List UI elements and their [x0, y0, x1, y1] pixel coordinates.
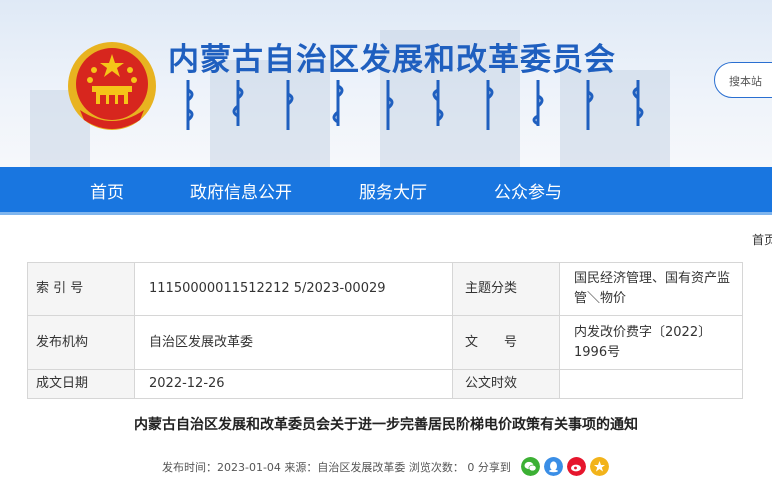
nav-item-gov-info[interactable]: 政府信息公开	[190, 178, 292, 203]
document-meta-table: 索 引 号 11150000011512212 5/2023-00029 主题分…	[27, 262, 743, 399]
nav-item-public-participation[interactable]: 公众参与	[494, 178, 562, 203]
weibo-icon[interactable]	[567, 457, 586, 476]
qzone-icon[interactable]	[590, 457, 609, 476]
national-emblem-icon	[68, 42, 156, 130]
qq-icon[interactable]	[544, 457, 563, 476]
date-label: 成文日期	[27, 369, 135, 399]
nav-underline	[0, 212, 772, 215]
search-input[interactable]: 搜本站	[714, 62, 772, 98]
issuer-value: 自治区发展改革委	[134, 315, 453, 370]
validity-value	[559, 369, 743, 399]
main-nav: 首页 政府信息公开 服务大厅 公众参与	[0, 167, 772, 212]
topic-label: 主题分类	[452, 262, 560, 316]
nav-item-service-hall[interactable]: 服务大厅	[359, 178, 427, 203]
document-title: 内蒙古自治区发展和改革委员会关于进一步完善居民阶梯电价政策有关事项的通知	[134, 417, 638, 433]
docno-label: 文 号	[452, 315, 560, 370]
topic-value: 国民经济管理、国有资产监管＼物价	[559, 262, 743, 316]
index-value: 11150000011512212 5/2023-00029	[134, 262, 453, 316]
publish-info: 发布时间：2023-01-04 来源：自治区发展改革委 浏览次数： 0 分享到	[162, 461, 511, 474]
validity-label: 公文时效	[452, 369, 560, 399]
site-title: 内蒙古自治区发展和改革委员会	[168, 42, 616, 78]
breadcrumb-home[interactable]: 首页	[752, 231, 772, 248]
issuer-label: 发布机构	[27, 315, 135, 370]
wechat-icon[interactable]	[521, 457, 540, 476]
docno-value: 内发改价费字〔2022〕1996号	[559, 315, 743, 370]
index-label: 索 引 号	[27, 262, 135, 316]
header-banner: 内蒙古自治区发展和改革委员会 搜本站	[0, 0, 772, 167]
date-value: 2022-12-26	[134, 369, 453, 399]
nav-item-home[interactable]: 首页	[90, 178, 124, 203]
mongolian-script-title	[186, 80, 644, 130]
